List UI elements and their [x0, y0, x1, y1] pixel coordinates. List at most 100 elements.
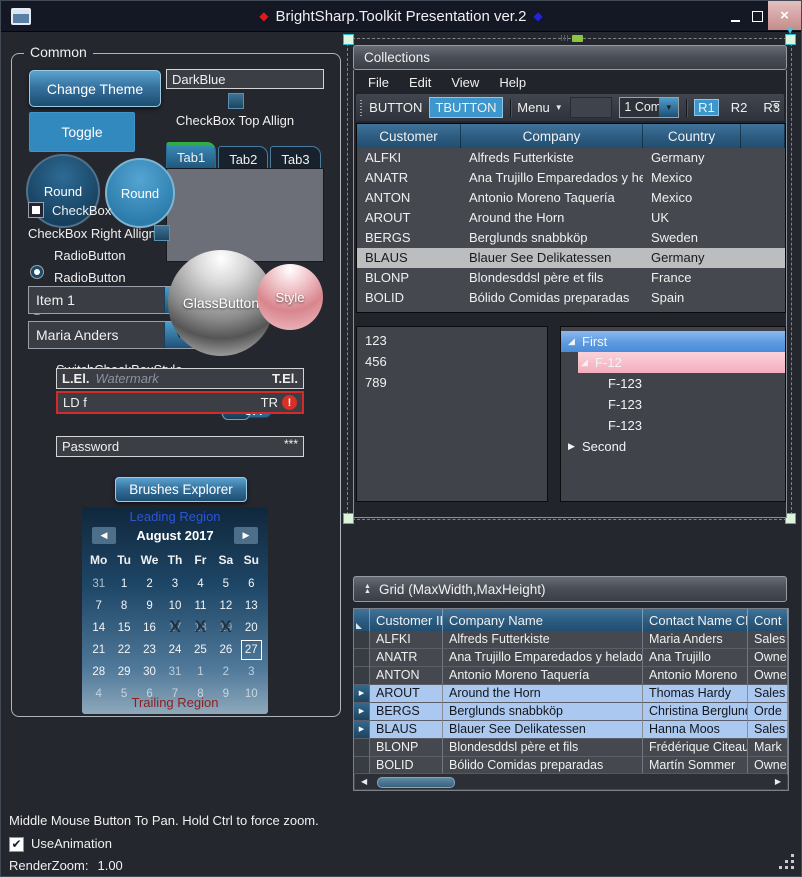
table-row[interactable]: ANATRAna Trujillo Emparedados y helaMexi… — [357, 168, 785, 188]
radio-button-1[interactable] — [30, 265, 44, 279]
tree-item[interactable]: ◢F-12 — [561, 352, 785, 373]
tree-item[interactable]: ◢First — [561, 331, 785, 352]
selection-handle[interactable] — [343, 34, 354, 45]
menu-item-view[interactable]: View — [441, 72, 489, 93]
table-row[interactable]: ALFKIAlfreds FutterkisteMaria AndersSale… — [354, 631, 788, 649]
calendar-day[interactable]: 22 — [111, 639, 136, 661]
calendar-day[interactable]: 18 — [188, 617, 213, 639]
calendar-day[interactable]: 3 — [239, 661, 264, 683]
calendar-day[interactable]: 12 — [213, 595, 238, 617]
calendar-day[interactable]: 11 — [188, 595, 213, 617]
calendar-day[interactable]: 3 — [162, 573, 187, 595]
calendar-next-button[interactable]: ▶ — [234, 527, 258, 544]
table-row[interactable]: BOLIDBólido Comidas preparadasSpain — [357, 288, 785, 308]
row-header[interactable] — [354, 667, 370, 685]
table-row[interactable]: ▶BERGSBerglunds snabbköpChristina Berglu… — [354, 703, 788, 721]
grid-expander-header[interactable]: ▲▲ Grid (MaxWidth,MaxHeight) — [353, 576, 787, 602]
calendar-day[interactable]: 16 — [137, 617, 162, 639]
toolbar-combobox[interactable]: 1 Com ▼ — [619, 97, 679, 118]
list-item[interactable]: 789 — [357, 372, 547, 393]
error-textbox[interactable]: LD f TR ! — [56, 391, 304, 414]
calendar-day[interactable]: 28 — [86, 661, 111, 683]
list-item[interactable]: 456 — [357, 351, 547, 372]
checkbox[interactable] — [28, 202, 44, 218]
row-header[interactable] — [354, 649, 370, 667]
list-item[interactable]: 123 — [357, 330, 547, 351]
tree-item[interactable]: F-123 — [561, 415, 785, 436]
watermark-textbox[interactable]: L.El. Watermark T.El. — [56, 368, 304, 389]
toolbar-radio-r1[interactable]: R1 — [694, 99, 719, 116]
table-row[interactable]: BLONPBlondesddsl père et filsFrédérique … — [354, 739, 788, 757]
calendar-day[interactable]: 21 — [86, 639, 111, 661]
calendar-day[interactable]: 24 — [162, 639, 187, 661]
calendar-day[interactable]: 1 — [188, 661, 213, 683]
horizontal-scrollbar[interactable]: ◀ ▶ — [355, 773, 787, 789]
row-header[interactable]: ▶ — [354, 685, 370, 703]
calendar-day[interactable]: 6 — [239, 573, 264, 595]
calendar-day[interactable]: 14 — [86, 617, 111, 639]
calendar-day[interactable]: 20 — [239, 617, 264, 639]
password-field[interactable]: Password *** — [56, 436, 304, 457]
menu-item-help[interactable]: Help — [489, 72, 536, 93]
calendar-day[interactable]: 2 — [213, 661, 238, 683]
calendar-day[interactable]: 9 — [137, 595, 162, 617]
toolbar-button[interactable]: BUTTON — [369, 100, 422, 115]
column-header[interactable]: Customer ID — [370, 609, 443, 631]
table-row[interactable]: BLONPBlondesddsl père et filsFrance — [357, 268, 785, 288]
column-header[interactable]: Company — [461, 124, 643, 148]
calendar-day[interactable]: 30 — [137, 661, 162, 683]
datagrid-select-all-corner[interactable] — [354, 609, 370, 631]
calendar-day[interactable]: 10 — [162, 595, 187, 617]
table-row[interactable]: ▶AROUTAround the HornThomas HardySales — [354, 685, 788, 703]
row-header[interactable]: ▶ — [354, 703, 370, 721]
menu-item-file[interactable]: File — [358, 72, 399, 93]
selection-handle[interactable] — [785, 34, 796, 45]
column-header[interactable]: Customer — [357, 124, 461, 148]
resize-grip-icon[interactable] — [791, 866, 794, 869]
round-button-2[interactable]: Round — [105, 158, 175, 228]
column-header[interactable]: Company Name — [443, 609, 643, 631]
calendar-day[interactable]: 13 — [239, 595, 264, 617]
scroll-right-icon[interactable]: ▶ — [775, 777, 781, 786]
table-row[interactable]: BLAUSBlauer See DelikatessenGermany — [357, 248, 785, 268]
column-header[interactable]: Contact Name CN — [643, 609, 748, 631]
use-animation-checkbox[interactable]: ✔ — [9, 837, 24, 852]
theme-input[interactable]: DarkBlue — [166, 69, 324, 89]
calendar-day[interactable]: 31 — [86, 573, 111, 595]
calendar-day[interactable]: 29 — [111, 661, 136, 683]
calendar-day[interactable]: 31 — [162, 661, 187, 683]
calendar-day[interactable]: 1 — [111, 573, 136, 595]
checkbox-right-align[interactable] — [154, 225, 170, 241]
calendar-day[interactable]: 5 — [213, 573, 238, 595]
calendar-day[interactable]: 25 — [188, 639, 213, 661]
expander-expanded-icon[interactable]: ◢ — [568, 331, 575, 352]
change-theme-button[interactable]: Change Theme — [29, 70, 161, 107]
table-row[interactable]: ▶BLAUSBlauer See DelikatessenHanna MoosS… — [354, 721, 788, 739]
column-header[interactable]: Country — [643, 124, 741, 148]
calendar-day[interactable]: 4 — [188, 573, 213, 595]
calendar-day[interactable]: 23 — [137, 639, 162, 661]
tree-item[interactable]: F-123 — [561, 373, 785, 394]
scrollbar-thumb[interactable] — [377, 777, 455, 788]
calendar-prev-button[interactable]: ◀ — [92, 527, 116, 544]
brushes-explorer-button[interactable]: Brushes Explorer — [115, 477, 247, 502]
table-row[interactable]: ANTONAntonio Moreno TaqueríaMexico — [357, 188, 785, 208]
row-header[interactable] — [354, 739, 370, 757]
tree-item[interactable]: F-123 — [561, 394, 785, 415]
expander-expanded-icon[interactable]: ◢ — [581, 352, 588, 373]
table-row[interactable]: ANTONAntonio Moreno TaqueríaAntonio More… — [354, 667, 788, 685]
toolbar-overflow-button[interactable]: ▼ — [771, 101, 780, 111]
table-row[interactable]: AROUTAround the HornUK — [357, 208, 785, 228]
row-header[interactable] — [354, 631, 370, 649]
toolbar-toggle-button[interactable]: TBUTTON — [429, 97, 502, 118]
checkbox-top-align[interactable] — [228, 93, 244, 109]
collections-expander-header[interactable]: Collections — [353, 45, 787, 70]
row-header[interactable]: ▶ — [354, 721, 370, 739]
tree-item[interactable]: ▶Second — [561, 436, 785, 457]
chevron-down-icon[interactable]: ▼ — [659, 98, 678, 117]
calendar-day[interactable]: 26 — [213, 639, 238, 661]
table-row[interactable]: BERGSBerglunds snabbköpSweden — [357, 228, 785, 248]
toolbar-textbox[interactable] — [570, 97, 613, 118]
expander-collapsed-icon[interactable]: ▶ — [568, 436, 575, 457]
table-row[interactable]: ALFKIAlfreds FutterkisteGermany — [357, 148, 785, 168]
